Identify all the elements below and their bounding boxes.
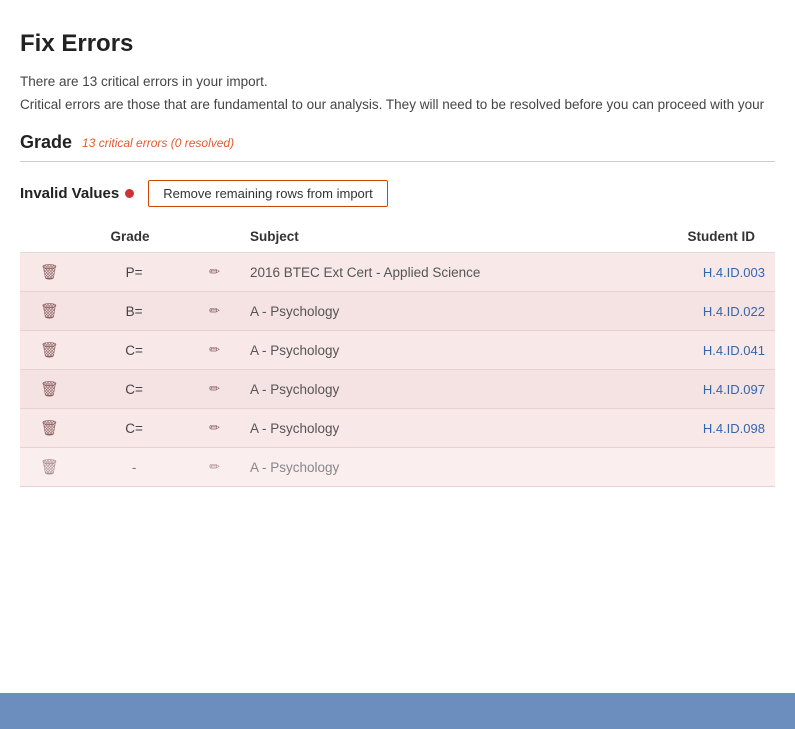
description-2: Critical errors are those that are funda… [20, 97, 775, 112]
table-row: 🗑 C= ✏ A - PsychologyH.4.ID.098 [20, 409, 775, 448]
section-header: Grade 13 critical errors (0 resolved) [20, 132, 775, 162]
delete-row-icon[interactable]: 🗑 [40, 380, 59, 398]
page-container: Fix Errors There are 13 critical errors … [0, 0, 795, 729]
section-title: Grade [20, 132, 72, 153]
delete-row-icon[interactable]: 🗑 [40, 302, 59, 320]
table-header-row: Grade Subject Student ID [20, 221, 775, 253]
delete-row-icon[interactable]: 🗑 [40, 263, 59, 281]
col-header-subject: Subject [240, 221, 560, 253]
grade-cell: 🗑 P= ✏ [20, 253, 240, 292]
grade-cell: 🗑 C= ✏ [20, 409, 240, 448]
edit-row-icon[interactable]: ✏ [209, 264, 220, 280]
col-header-grade: Grade [20, 221, 240, 253]
grade-cell: 🗑 C= ✏ [20, 331, 240, 370]
edit-row-icon[interactable]: ✏ [209, 459, 220, 475]
subject-cell: 2016 BTEC Ext Cert - Applied Science [240, 253, 560, 292]
grade-cell: 🗑 B= ✏ [20, 292, 240, 331]
student-id-cell: H.4.ID.022 [560, 292, 775, 331]
grade-value: B= [59, 304, 209, 319]
edit-row-icon[interactable]: ✏ [209, 420, 220, 436]
bottom-bar [0, 693, 795, 729]
delete-row-icon[interactable]: 🗑 [40, 458, 59, 476]
grade-value: C= [59, 343, 209, 358]
table-row: 🗑 - ✏ A - Psychology [20, 448, 775, 487]
student-id-cell [560, 448, 775, 487]
invalid-values-label: Invalid Values [20, 185, 134, 202]
error-indicator-dot [125, 189, 134, 198]
grade-value: C= [59, 382, 209, 397]
grade-value: - [59, 460, 209, 475]
invalid-values-row: Invalid Values Remove remaining rows fro… [20, 180, 775, 207]
edit-row-icon[interactable]: ✏ [209, 303, 220, 319]
section-errors: 13 critical errors (0 resolved) [82, 136, 234, 150]
subject-cell: A - Psychology [240, 292, 560, 331]
error-table: Grade Subject Student ID 🗑 P= ✏ 2016 BTE… [20, 221, 775, 487]
table-row: 🗑 P= ✏ 2016 BTEC Ext Cert - Applied Scie… [20, 253, 775, 292]
edit-row-icon[interactable]: ✏ [209, 381, 220, 397]
edit-row-icon[interactable]: ✏ [209, 342, 220, 358]
subject-cell: A - Psychology [240, 331, 560, 370]
delete-row-icon[interactable]: 🗑 [40, 419, 59, 437]
student-id-cell: H.4.ID.097 [560, 370, 775, 409]
student-id-cell: H.4.ID.003 [560, 253, 775, 292]
student-id-cell: H.4.ID.041 [560, 331, 775, 370]
grade-cell: 🗑 - ✏ [20, 448, 240, 487]
invalid-values-text: Invalid Values [20, 185, 119, 202]
remove-remaining-rows-button[interactable]: Remove remaining rows from import [148, 180, 388, 207]
subject-cell: A - Psychology [240, 448, 560, 487]
subject-cell: A - Psychology [240, 409, 560, 448]
delete-row-icon[interactable]: 🗑 [40, 341, 59, 359]
table-row: 🗑 C= ✏ A - PsychologyH.4.ID.041 [20, 331, 775, 370]
table-row: 🗑 C= ✏ A - PsychologyH.4.ID.097 [20, 370, 775, 409]
description-1: There are 13 critical errors in your imp… [20, 74, 775, 89]
col-header-student-id: Student ID [560, 221, 775, 253]
page-title: Fix Errors [20, 30, 775, 58]
grade-cell: 🗑 C= ✏ [20, 370, 240, 409]
table-row: 🗑 B= ✏ A - PsychologyH.4.ID.022 [20, 292, 775, 331]
grade-value: C= [59, 421, 209, 436]
grade-value: P= [59, 265, 209, 280]
student-id-cell: H.4.ID.098 [560, 409, 775, 448]
subject-cell: A - Psychology [240, 370, 560, 409]
